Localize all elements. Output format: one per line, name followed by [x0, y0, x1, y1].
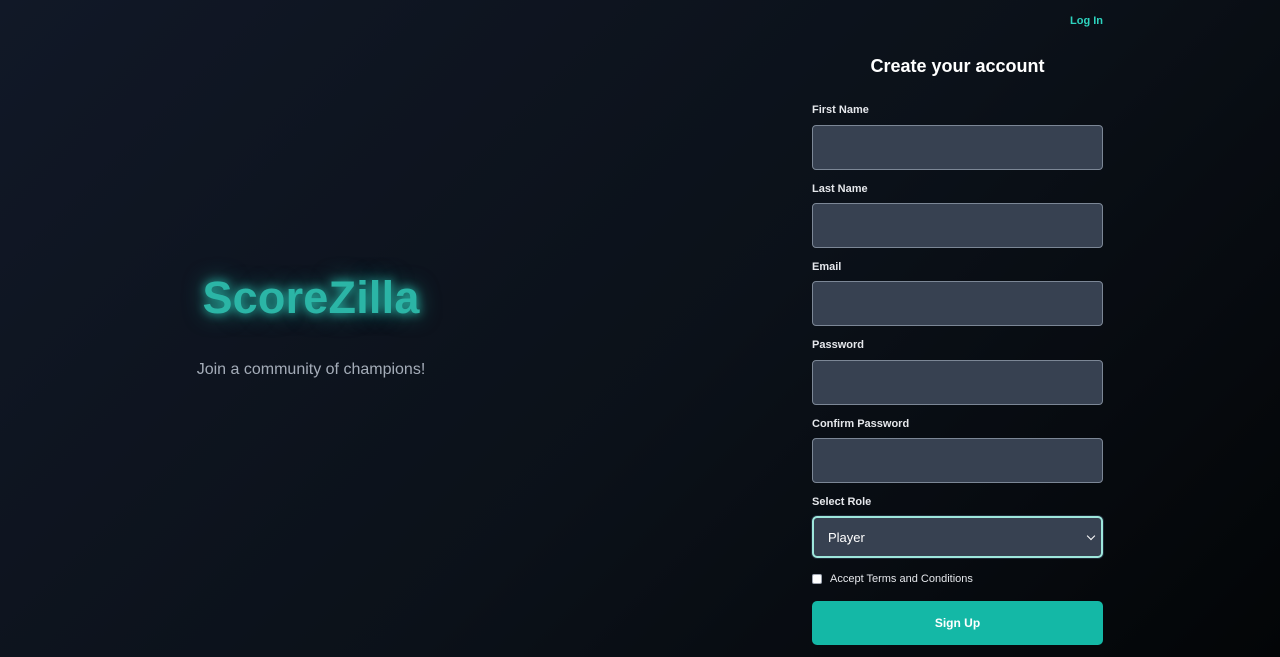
first-name-label: First Name: [812, 104, 869, 116]
password-input[interactable]: [812, 360, 1103, 405]
brand-tagline: Join a community of champions!: [196, 361, 426, 378]
email-label: Email: [812, 261, 842, 273]
terms-checkbox[interactable]: [812, 574, 822, 584]
role-select[interactable]: Player: [812, 516, 1103, 558]
signup-button[interactable]: Sign Up: [812, 601, 1103, 645]
terms-label[interactable]: Accept Terms and Conditions: [830, 573, 973, 585]
last-name-input[interactable]: [812, 203, 1103, 248]
form-title: Create your account: [870, 56, 1045, 76]
chevron-down-icon: [1086, 531, 1096, 540]
email-input[interactable]: [812, 281, 1103, 326]
select-role-label: Select Role: [812, 496, 872, 508]
confirm-password-label: Confirm Password: [812, 418, 910, 430]
password-label: Password: [812, 339, 864, 351]
role-select-value: Player: [828, 529, 865, 545]
login-link[interactable]: Log In: [1060, 15, 1103, 27]
last-name-label: Last Name: [812, 183, 868, 195]
terms-row: Accept Terms and Conditions: [812, 573, 973, 585]
first-name-input[interactable]: [812, 125, 1103, 170]
confirm-password-input[interactable]: [812, 438, 1103, 483]
brand-panel: ScoreZilla Join a community of champions…: [0, 0, 622, 657]
brand-logo-text: ScoreZilla: [202, 272, 420, 323]
